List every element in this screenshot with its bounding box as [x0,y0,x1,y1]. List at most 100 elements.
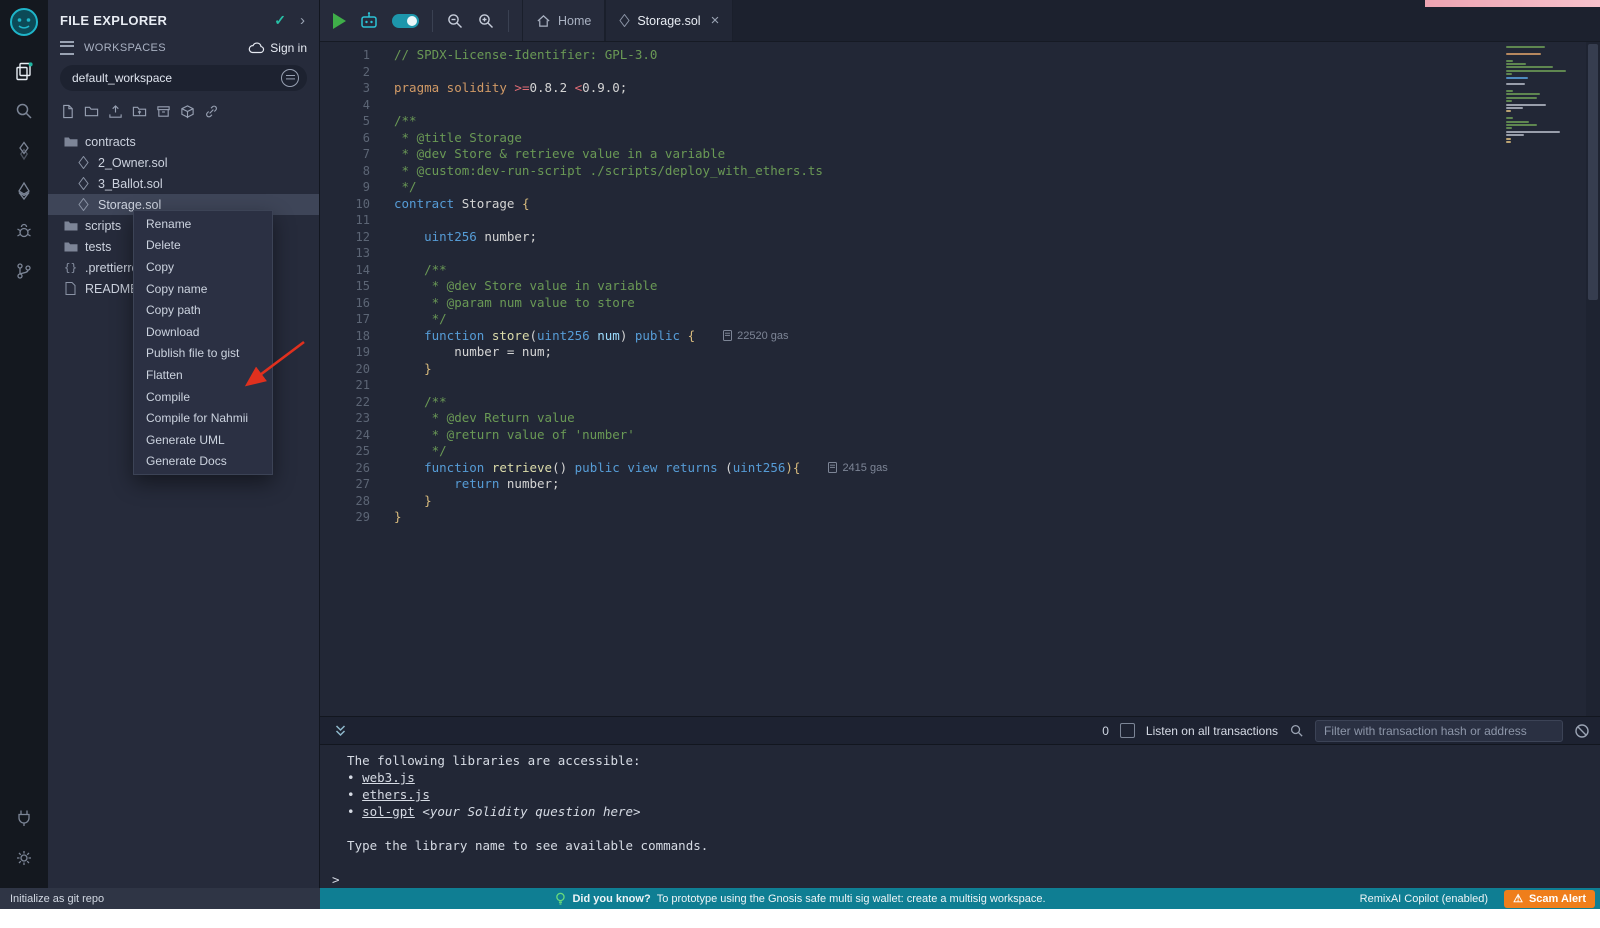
settings-gear-icon[interactable] [0,838,48,878]
token: Storage [462,196,522,211]
code-line-10: 10contract Storage { [320,196,1504,213]
check-icon[interactable]: ✓ [274,12,286,29]
upload-folder-icon[interactable] [132,104,147,119]
menu-item-flatten[interactable]: Flatten [134,364,272,386]
toolbar-separator [508,10,509,32]
code-line-6: 6 * @title Storage [320,130,1504,147]
minimap-line [1506,53,1541,55]
token: 0.9.0; [582,80,627,95]
solidity-compiler-icon[interactable] [0,131,48,171]
menu-item-copy-name[interactable]: Copy name [134,278,272,300]
hamburger-menu-icon[interactable] [60,41,74,55]
menu-item-delete[interactable]: Delete [134,235,272,257]
menu-item-copy-path[interactable]: Copy path [134,299,272,321]
code-text: uint256 number; [394,229,537,246]
chevron-right-icon[interactable]: › [300,12,305,29]
code-line-2: 2 [320,64,1504,81]
code-text: } [394,493,432,510]
file-explorer-icon[interactable] [0,51,48,91]
minimap-line [1506,141,1511,143]
scam-alert-badge[interactable]: ⚠ Scam Alert [1504,890,1595,908]
ipfs-cube-icon[interactable] [180,104,195,119]
terminal-line-4: • sol-gpt <your Solidity question here> [332,803,1600,820]
menu-item-copy[interactable]: Copy [134,256,272,278]
gas-estimate-label: 2415 gas [842,460,887,477]
terminal-text: The following libraries are accessible: [332,753,641,768]
remix-logo[interactable] [9,7,39,37]
zoom-out-icon[interactable] [446,12,464,30]
git-icon[interactable] [0,251,48,291]
debugger-icon[interactable] [0,211,48,251]
terminal-search-icon[interactable] [1289,723,1304,738]
code-line-28: 28 } [320,493,1504,510]
search-icon[interactable] [0,91,48,131]
upload-file-icon[interactable] [108,104,123,119]
close-tab-icon[interactable]: × [711,13,720,28]
listen-transactions-checkbox[interactable] [1120,723,1135,738]
terminal-link-sol-gpt[interactable]: sol-gpt [362,804,415,819]
zoom-in-icon[interactable] [477,12,495,30]
sol-icon [75,198,92,211]
code-line-21: 21 [320,377,1504,394]
menu-item-rename[interactable]: Rename [134,213,272,235]
clear-console-icon[interactable] [1574,723,1590,739]
tab-storage-sol[interactable]: Storage.sol × [605,0,733,41]
token: contract [394,196,462,211]
workspaces-row: WORKSPACES Sign in [48,35,319,57]
file-label: 2_Owner.sol [98,156,167,170]
expand-terminal-icon[interactable] [334,724,347,737]
line-number: 26 [320,460,394,477]
sol-icon [75,156,92,169]
menu-item-publish-file-to-gist[interactable]: Publish file to gist [134,343,272,365]
tab-home[interactable]: Home [522,0,605,41]
code-line-23: 23 * @dev Return value [320,410,1504,427]
workspaces-label: WORKSPACES [84,42,248,54]
workspace-select[interactable]: default_workspace [60,65,307,91]
line-number: 16 [320,295,394,312]
code-text: function retrieve() public view returns … [394,460,800,477]
menu-item-compile-for-nahmii[interactable]: Compile for Nahmii [134,407,272,429]
code-text: */ [394,443,447,460]
line-number: 11 [320,212,394,229]
tree-item-2-owner-sol[interactable]: 2_Owner.sol [48,152,319,173]
sol-icon [75,177,92,190]
line-number: 7 [320,146,394,163]
archive-icon[interactable] [156,104,171,119]
scrollbar-thumb[interactable] [1588,44,1598,300]
workspace-options-icon[interactable] [281,69,299,87]
menu-item-compile[interactable]: Compile [134,386,272,408]
terminal-output[interactable]: The following libraries are accessible: … [320,745,1600,888]
menu-item-generate-docs[interactable]: Generate Docs [134,451,272,473]
workspace-name: default_workspace [72,71,281,85]
menu-item-generate-uml[interactable]: Generate UML [134,429,272,451]
tree-item-3-ballot-sol[interactable]: 3_Ballot.sol [48,173,319,194]
transaction-filter-input[interactable] [1315,720,1563,742]
minimap[interactable] [1506,46,1578,144]
new-file-icon[interactable] [60,104,75,119]
transaction-count: 0 [1102,724,1109,738]
file-label: tests [85,240,111,254]
copilot-toggle[interactable] [392,14,419,28]
menu-item-download[interactable]: Download [134,321,272,343]
token [394,229,424,244]
new-folder-icon[interactable] [84,104,99,119]
code-editor[interactable]: 1// SPDX-License-Identifier: GPL-3.023pr… [320,42,1600,716]
line-number: 13 [320,245,394,262]
code-line-11: 11 [320,212,1504,229]
run-script-button[interactable] [333,13,346,29]
tab-label: Storage.sol [637,14,700,28]
editor-scrollbar[interactable] [1586,42,1600,716]
sign-in-button[interactable]: Sign in [248,41,307,55]
deploy-and-run-icon[interactable] [0,171,48,211]
tree-item-contracts[interactable]: contracts [48,131,319,152]
plugin-manager-icon[interactable] [0,798,48,838]
line-number: 12 [320,229,394,246]
link-icon[interactable] [204,104,219,119]
terminal-link-web3-js[interactable]: web3.js [362,770,415,785]
terminal-link-ethers-js[interactable]: ethers.js [362,787,430,802]
minimap-line [1506,110,1511,112]
code-line-17: 17 */ [320,311,1504,328]
editor-toolbar: Home Storage.sol × [320,0,1600,42]
ai-copilot-robot-icon[interactable] [359,11,379,30]
git-init-button[interactable]: Initialize as git repo [0,888,320,909]
